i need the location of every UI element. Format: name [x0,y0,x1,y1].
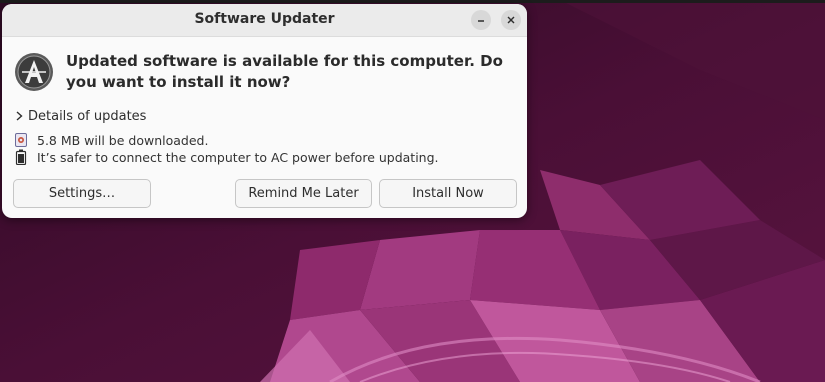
title-bar[interactable]: Software Updater [2,4,527,37]
power-warning-text: It’s safer to connect the computer to AC… [37,149,439,165]
download-info-row: 5.8 MB will be downloaded. [15,131,208,149]
minimize-icon [478,20,484,22]
software-updater-icon [15,53,53,91]
remind-me-later-button[interactable]: Remind Me Later [235,179,372,208]
top-bar-edge [0,0,825,3]
details-label: Details of updates [28,108,147,124]
minimize-button[interactable] [471,10,491,30]
battery-icon [15,149,27,165]
dialog-headline: Updated software is available for this c… [66,52,503,91]
window-title: Software Updater [194,11,335,27]
chevron-right-icon [16,111,23,121]
settings-button[interactable]: Settings… [13,179,151,208]
software-updater-window: Software Updater Updated software is ava… [2,4,527,218]
details-expander[interactable]: Details of updates [15,106,146,126]
install-now-button[interactable]: Install Now [379,179,517,208]
power-warning-row: It’s safer to connect the computer to AC… [15,148,439,166]
download-info-text: 5.8 MB will be downloaded. [37,132,209,148]
download-package-icon [15,133,27,147]
close-icon [507,16,515,24]
close-button[interactable] [501,10,521,30]
